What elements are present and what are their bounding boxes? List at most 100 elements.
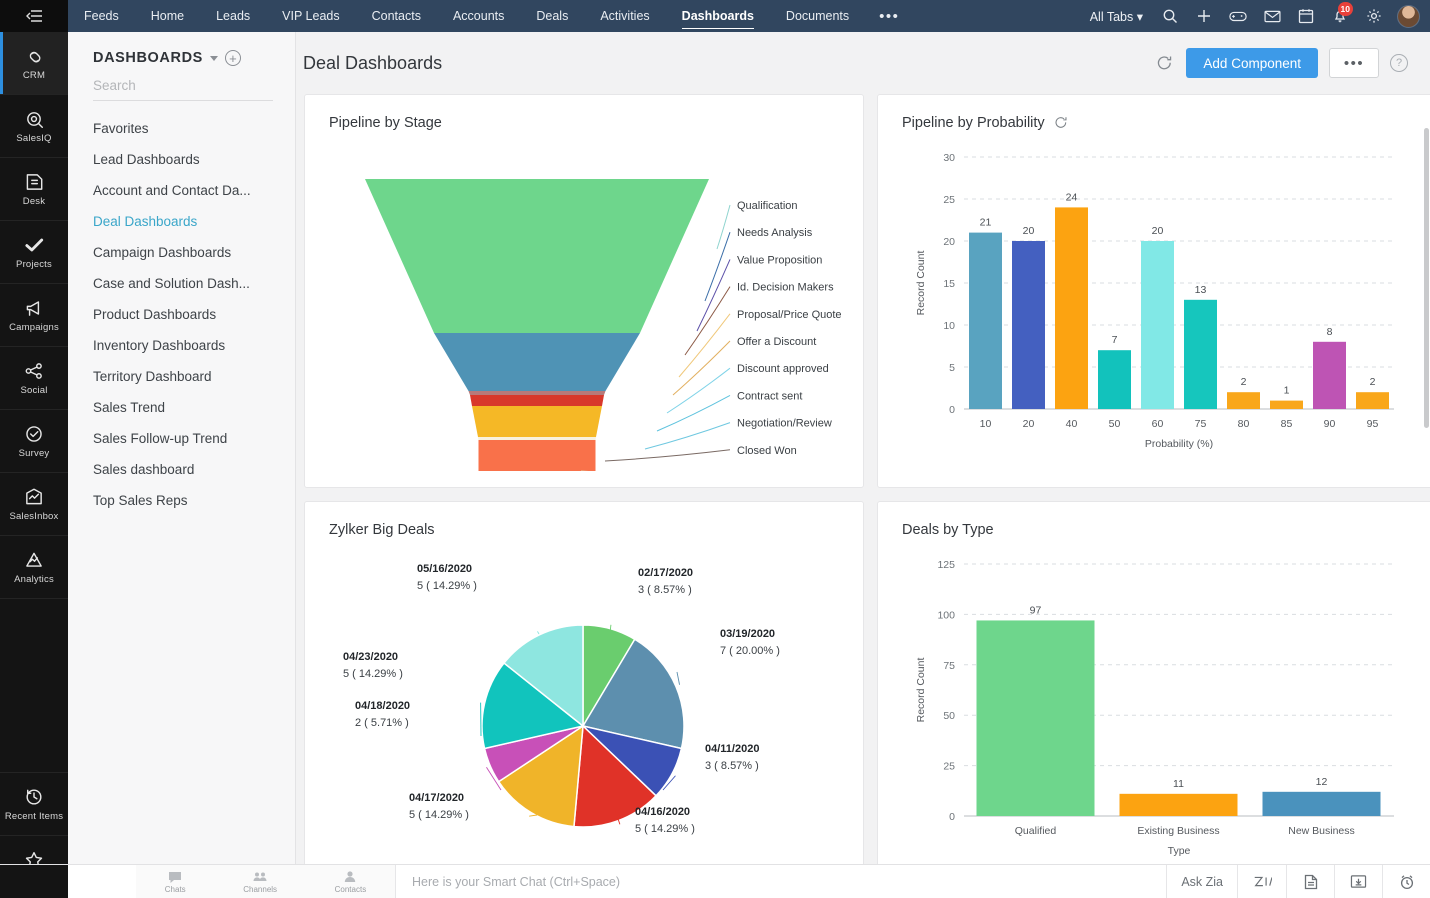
collapse-menu-button[interactable] [0,0,68,32]
nav-more-button[interactable]: ••• [865,8,913,25]
bar[interactable] [1120,794,1238,816]
x-axis-category-label: 20 [1023,418,1035,430]
y-axis-title: Record Count [915,251,927,316]
rail-item-recent-items[interactable]: Recent Items [0,772,68,835]
notes-button[interactable] [1286,865,1334,898]
nav-tab-dashboards[interactable]: Dashboards [666,0,770,32]
bar[interactable] [1055,207,1088,409]
dashboard-item-product-dashboards[interactable]: Product Dashboards [68,299,295,330]
import-button[interactable] [1334,865,1382,898]
help-button[interactable]: ? [1390,54,1408,72]
search-input[interactable] [93,78,273,93]
chat-shortcut-chats[interactable]: Chats [165,869,186,894]
refresh-button[interactable] [1153,52,1175,74]
chevron-down-icon[interactable] [210,56,218,61]
dashboard-item-deal-dashboards[interactable]: Deal Dashboards [68,206,295,237]
dashboard-item-favorites[interactable]: Favorites [68,113,295,144]
rail-item-survey[interactable]: Survey [0,410,68,473]
dashboard-item-case-and-solution-dash[interactable]: Case and Solution Dash... [68,268,295,299]
y-axis-tick: 125 [937,559,955,571]
nav-tab-documents[interactable]: Documents [770,0,865,32]
nav-tab-leads[interactable]: Leads [200,0,266,32]
funnel-segment[interactable] [472,406,602,437]
notifications-button[interactable]: 10 [1323,0,1357,32]
dashboard-item-inventory-dashboards[interactable]: Inventory Dashboards [68,330,295,361]
survey-check-circle-icon [23,423,45,445]
dashboard-item-lead-dashboards[interactable]: Lead Dashboards [68,144,295,175]
nav-tab-feeds[interactable]: Feeds [68,0,135,32]
rail-item-desk[interactable]: Desk [0,158,68,221]
avatar-image [1398,6,1419,27]
calendar-button[interactable] [1289,0,1323,32]
dashboard-item-campaign-dashboards[interactable]: Campaign Dashboards [68,237,295,268]
rail-item-projects[interactable]: Projects [0,221,68,284]
all-tabs-dropdown[interactable]: All Tabs ▾ [1080,9,1153,24]
card-title-deals-by-type: Deals by Type [878,502,1430,538]
nav-tab-accounts[interactable]: Accounts [437,0,520,32]
more-options-button[interactable]: ••• [1329,48,1379,78]
bar[interactable] [1263,792,1381,816]
dashboard-item-sales-trend[interactable]: Sales Trend [68,392,295,423]
rail-item-crm[interactable]: CRM [0,32,68,95]
x-axis-category-label: Existing Business [1137,825,1219,837]
settings-gear-icon [1366,8,1382,24]
reminder-button[interactable] [1382,865,1430,898]
funnel-segment[interactable] [479,440,596,471]
dashboard-item-sales-dashboard[interactable]: Sales dashboard [68,454,295,485]
nav-tab-contacts[interactable]: Contacts [356,0,437,32]
analytics-chart-icon [23,549,45,571]
funnel-segment[interactable] [478,437,596,440]
calendar-icon [1298,8,1314,24]
add-component-button[interactable]: Add Component [1186,48,1318,78]
dashboard-item-top-sales-reps[interactable]: Top Sales Reps [68,485,295,516]
search-icon [1162,8,1178,24]
bar[interactable] [1098,350,1131,409]
add-button[interactable] [1187,0,1221,32]
search-button[interactable] [1153,0,1187,32]
rail-item-salesinbox[interactable]: SalesInbox [0,473,68,536]
bar[interactable] [1184,300,1217,409]
bar-value-label: 24 [1066,191,1078,203]
bar[interactable] [1141,241,1174,409]
chat-shortcut-contacts[interactable]: Contacts [335,869,367,894]
funnel-segment[interactable] [469,391,606,395]
rail-item-social[interactable]: Social [0,347,68,410]
rail-item-analytics[interactable]: Analytics [0,536,68,599]
nav-tab-deals[interactable]: Deals [520,0,584,32]
nav-tab-list: FeedsHomeLeadsVIP LeadsContactsAccountsD… [68,0,865,32]
dashboard-item-sales-follow-up-trend[interactable]: Sales Follow-up Trend [68,423,295,454]
nav-tab-activities[interactable]: Activities [584,0,665,32]
rail-item-label: CRM [23,70,45,81]
user-avatar[interactable] [1397,5,1420,28]
add-dashboard-icon[interactable]: + [225,50,241,66]
main-content: Deal Dashboards Add Component ••• ? Pipe… [296,32,1430,898]
bar[interactable] [1227,392,1260,409]
settings-button[interactable] [1357,0,1391,32]
bar[interactable] [1270,401,1303,409]
zia-button[interactable] [1237,865,1286,898]
refresh-icon[interactable] [1054,116,1068,130]
bar[interactable] [1012,241,1045,409]
gamification-button[interactable] [1221,0,1255,32]
bar[interactable] [977,620,1095,816]
funnel-segment[interactable] [434,333,640,391]
dashboard-item-account-and-contact-da[interactable]: Account and Contact Da... [68,175,295,206]
dashboard-item-territory-dashboard[interactable]: Territory Dashboard [68,361,295,392]
chat-shortcut-channels[interactable]: Channels [243,869,277,894]
zia-logo-icon [1252,874,1272,890]
rail-item-salesiq[interactable]: SalesIQ [0,95,68,158]
ask-zia-button[interactable]: Ask Zia [1166,865,1237,898]
funnel-segment[interactable] [365,179,709,333]
bar[interactable] [969,233,1002,409]
smart-chat-input[interactable]: Here is your Smart Chat (Ctrl+Space) [396,875,1166,889]
nav-tab-vip-leads[interactable]: VIP Leads [266,0,355,32]
funnel-segment[interactable] [470,395,604,406]
gamification-icon [1229,9,1247,23]
nav-tab-home[interactable]: Home [135,0,200,32]
pie-chart: 02/17/20203 ( 8.57% )03/19/20207 ( 20.00… [305,538,861,888]
bar[interactable] [1356,392,1389,409]
vertical-scrollbar[interactable] [1424,128,1429,428]
bar[interactable] [1313,342,1346,409]
rail-item-campaigns[interactable]: Campaigns [0,284,68,347]
mail-button[interactable] [1255,0,1289,32]
